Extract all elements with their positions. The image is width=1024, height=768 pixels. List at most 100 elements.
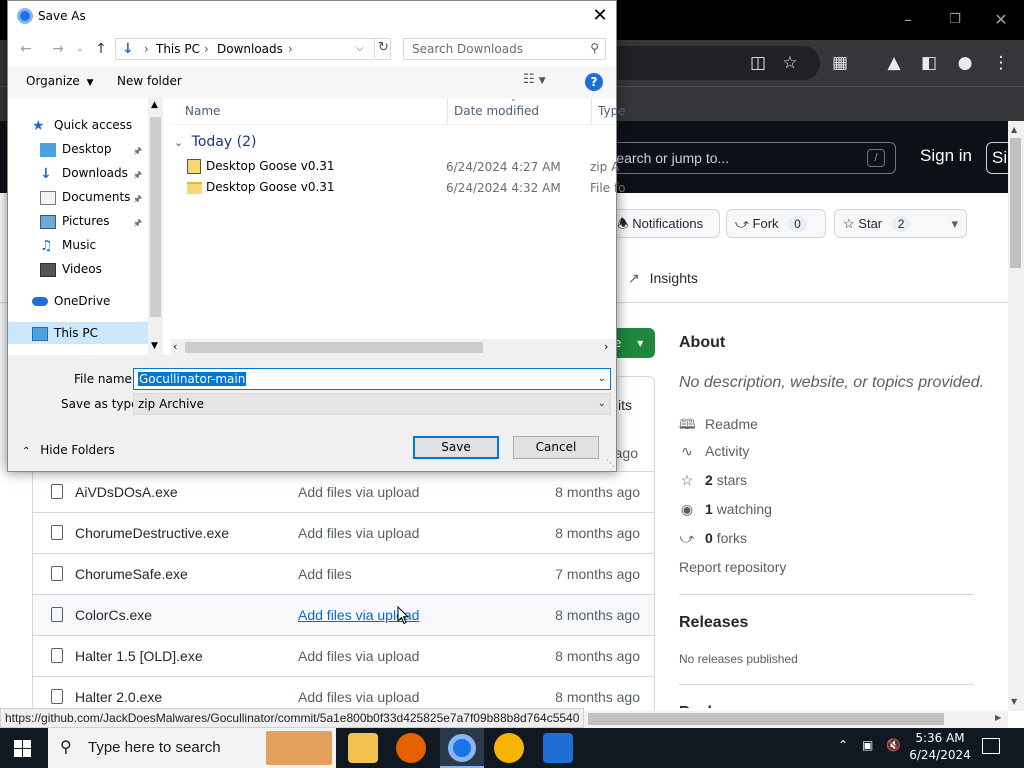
sidebar-item-this-pc[interactable]: This PC: [8, 322, 148, 344]
sidebar-item-quick-access[interactable]: ★ Quick access: [32, 114, 132, 136]
volume-muted-icon[interactable]: 🔇: [886, 738, 901, 752]
menu-icon[interactable]: ⋮: [990, 52, 1012, 74]
report-repository-link[interactable]: Report repository: [679, 559, 786, 575]
commit-message[interactable]: Add files via upload: [298, 484, 419, 500]
store-icon[interactable]: [543, 733, 573, 763]
commit-message[interactable]: Add files via upload: [298, 648, 419, 664]
extensions-icon[interactable]: ▦: [829, 52, 851, 74]
scroll-right-icon[interactable]: ▶: [995, 713, 1001, 722]
new-folder-button[interactable]: New folder: [117, 74, 182, 88]
forks-link[interactable]: ⤻ 0 forks: [679, 530, 748, 547]
tab-insights[interactable]: ↗ Insights: [628, 270, 698, 287]
search-downloads-input[interactable]: Search Downloads ⚲: [403, 38, 606, 60]
taskbar-clock[interactable]: 5:36 AM 6/24/2024: [906, 730, 974, 764]
sidebar-scroll-thumb[interactable]: [150, 117, 161, 317]
sidebar-scroll-down-icon[interactable]: ▼: [151, 341, 158, 351]
view-options-icon[interactable]: ☷ ▼: [523, 72, 546, 87]
commits-link[interactable]: its: [618, 397, 632, 413]
file-name[interactable]: AiVDsDOsA.exe: [75, 484, 178, 500]
chrome-taskbar-button[interactable]: [440, 728, 484, 768]
address-dropdown-icon[interactable]: ⌵: [356, 39, 364, 59]
taskbar-search-input[interactable]: ⚲ Type here to search: [48, 728, 336, 768]
commit-message[interactable]: Add files via upload: [298, 689, 419, 705]
commit-message[interactable]: Add files via upload: [298, 525, 419, 541]
breadcrumb-separator-icon[interactable]: ›: [288, 39, 293, 59]
breadcrumb-downloads[interactable]: Downloads: [217, 39, 283, 59]
stars-link[interactable]: ☆ 2 stars: [679, 472, 747, 489]
chevron-down-icon[interactable]: ⌄: [598, 369, 606, 389]
up-arrow-icon[interactable]: ↑: [91, 39, 111, 59]
file-name[interactable]: ColorCs.exe: [75, 607, 152, 623]
readme-link[interactable]: 🕮 Readme: [679, 414, 758, 438]
sidebar-scroll-up-icon[interactable]: ▲: [151, 100, 158, 110]
address-breadcrumb[interactable]: ↓ › This PC › Downloads › ⌵ ↻: [115, 38, 391, 60]
minimize-icon[interactable]: –: [893, 8, 923, 32]
scroll-up-icon[interactable]: ▲: [1011, 125, 1017, 134]
bookmark-star-icon[interactable]: ☆: [779, 52, 801, 74]
forward-arrow-icon[interactable]: →: [48, 39, 68, 59]
sidebar-item-pictures[interactable]: Pictures: [40, 210, 110, 232]
refresh-icon[interactable]: ↻: [374, 38, 389, 58]
file-pane-scroll-thumb[interactable]: [185, 342, 483, 353]
help-icon[interactable]: ?: [585, 73, 603, 91]
sidebar-item-videos[interactable]: Videos: [40, 258, 102, 280]
commit-message[interactable]: Add files: [298, 566, 352, 582]
table-row[interactable]: ColorCs.exe Add files via upload 8 months …: [33, 594, 654, 635]
dialog-titlebar[interactable]: Save As ✕: [8, 1, 616, 32]
notifications-icon[interactable]: [982, 738, 1000, 754]
column-name[interactable]: Name: [185, 104, 220, 118]
app-circle-icon[interactable]: [494, 733, 524, 763]
table-row[interactable]: ChorumeSafe.exe Add files 7 months ago: [33, 553, 654, 594]
group-today[interactable]: ⌄ Today (2): [174, 134, 256, 150]
save-as-type-select[interactable]: zip Archive ⌄: [133, 393, 611, 415]
watching-link[interactable]: ◉ 1 watching: [679, 501, 772, 518]
window-close-icon[interactable]: ✕: [986, 8, 1016, 32]
activity-link[interactable]: ∿ Activity: [679, 443, 749, 460]
star-button[interactable]: ☆ Star 2 ▾: [834, 209, 967, 238]
column-type[interactable]: Type: [598, 104, 626, 118]
sidebar-item-onedrive[interactable]: OneDrive: [32, 290, 110, 312]
column-date-modified[interactable]: Date modified: [454, 104, 539, 118]
recent-locations-icon[interactable]: ⌄: [70, 39, 90, 59]
install-app-icon[interactable]: ◫: [747, 52, 769, 74]
maximize-icon[interactable]: ❐: [940, 8, 970, 32]
sidebar-item-documents[interactable]: Documents: [40, 186, 130, 208]
network-icon[interactable]: ▣: [862, 738, 873, 752]
scroll-down-icon[interactable]: ▼: [1011, 697, 1017, 706]
sidebar-item-desktop[interactable]: Desktop: [40, 138, 112, 160]
releases-title[interactable]: Releases: [679, 614, 748, 632]
column-divider[interactable]: [591, 98, 592, 124]
file-explorer-icon[interactable]: [348, 733, 378, 763]
side-panel-icon[interactable]: ◧: [918, 52, 940, 74]
scroll-right-icon[interactable]: ›: [604, 340, 608, 353]
firefox-icon[interactable]: [396, 733, 426, 763]
page-horizontal-scroll-thumb[interactable]: [588, 713, 944, 725]
tray-chevron-up-icon[interactable]: ⌃: [838, 738, 848, 752]
hide-folders-button[interactable]: ⌃ Hide Folders: [22, 443, 115, 457]
file-name[interactable]: ChorumeSafe.exe: [75, 566, 188, 582]
table-row[interactable]: ChorumeDestructive.exe Add files via uplo…: [33, 512, 654, 553]
star-dropdown-icon[interactable]: ▾: [951, 210, 958, 237]
signin-link[interactable]: Sign in: [920, 146, 972, 166]
breadcrumb-separator-icon[interactable]: ›: [144, 39, 149, 59]
back-arrow-icon[interactable]: ←: [16, 39, 36, 59]
sidebar-item-downloads[interactable]: ↓ Downloads: [40, 162, 128, 184]
table-row[interactable]: Halter 1.5 [OLD].exe Add files via upload…: [33, 635, 654, 676]
github-search[interactable]: Search or jump to... /: [598, 142, 896, 174]
fork-button[interactable]: ⤻ Fork 0: [726, 209, 826, 238]
notifications-button[interactable]: 🕭 Notifications: [608, 209, 720, 238]
save-button[interactable]: Save: [413, 436, 499, 459]
resize-grip-icon[interactable]: ⋱: [606, 459, 615, 469]
profile-icon[interactable]: ●: [954, 52, 976, 74]
file-name[interactable]: Halter 2.0.exe: [75, 689, 162, 705]
table-row[interactable]: AiVDsDOsA.exe Add files via upload 8 month…: [33, 471, 654, 512]
organize-button[interactable]: Organize ▼: [26, 74, 94, 88]
file-name[interactable]: Halter 1.5 [OLD].exe: [75, 648, 203, 664]
list-item[interactable]: Desktop Goose v0.31 6/24/2024 4:32 AM Fi…: [178, 177, 625, 199]
labs-icon[interactable]: ▲: [883, 52, 905, 74]
list-item[interactable]: Desktop Goose v0.31 6/24/2024 4:27 AM zi…: [178, 156, 619, 178]
cancel-button[interactable]: Cancel: [513, 436, 599, 459]
page-vertical-scroll-thumb[interactable]: [1010, 138, 1021, 268]
windows-start-icon[interactable]: [14, 740, 32, 757]
column-divider[interactable]: [447, 98, 448, 124]
